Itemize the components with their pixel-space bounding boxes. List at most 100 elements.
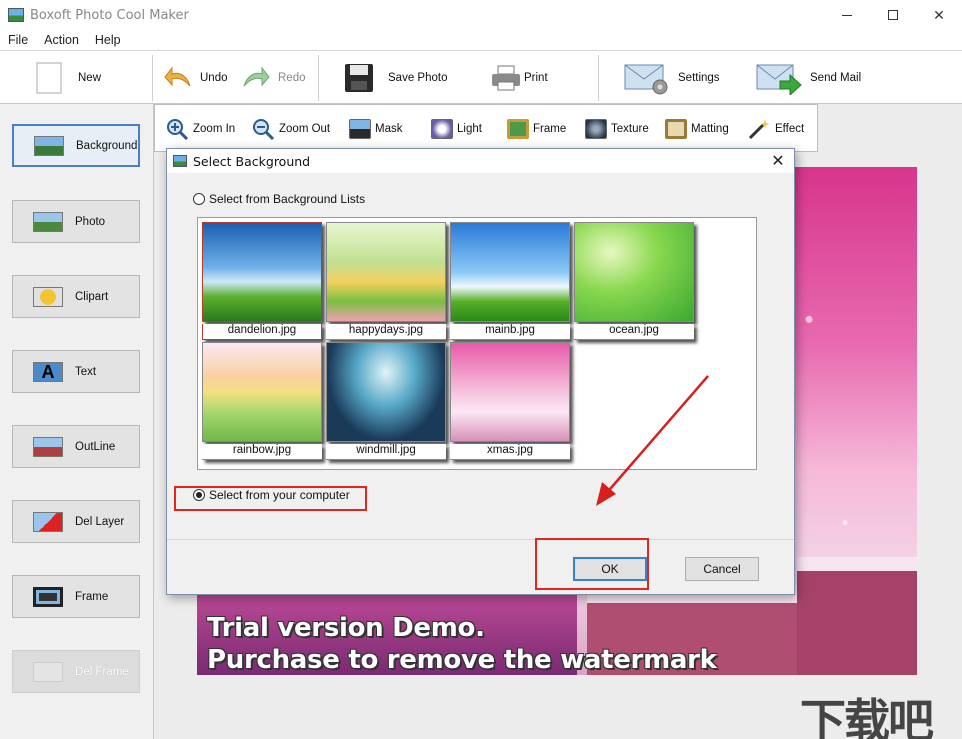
sidebar-item-text[interactable]: A Text bbox=[12, 350, 140, 393]
frame-tool-button[interactable]: Frame bbox=[507, 117, 566, 141]
toolbar-divider bbox=[598, 55, 599, 101]
option-background-lists-label: Select from Background Lists bbox=[209, 192, 366, 206]
undo-button[interactable]: Undo bbox=[164, 59, 228, 97]
dialog-title: Select Background bbox=[193, 153, 311, 169]
zoom-in-icon bbox=[167, 119, 189, 140]
thumbnail-caption: dandelion.jpg bbox=[202, 324, 322, 340]
texture-icon bbox=[585, 119, 607, 139]
magic-wand-icon bbox=[748, 119, 770, 140]
sidebar-item-frame[interactable]: Frame bbox=[12, 575, 140, 618]
texture-button[interactable]: Texture bbox=[585, 117, 649, 141]
highlight-box bbox=[535, 538, 649, 590]
redo-label: Redo bbox=[278, 72, 306, 84]
thumbnail-caption: ocean.jpg bbox=[574, 324, 694, 340]
outline-icon bbox=[33, 436, 63, 457]
window-title: Boxoft Photo Cool Maker bbox=[30, 7, 189, 23]
toolbar-divider bbox=[152, 55, 153, 101]
thumbnail-image bbox=[202, 342, 322, 442]
sidebar-item-del-frame[interactable]: Del Frame bbox=[12, 650, 140, 693]
send-mail-button[interactable]: Send Mail bbox=[756, 59, 861, 97]
toolbar-divider bbox=[318, 55, 319, 101]
dialog-divider bbox=[167, 539, 794, 540]
dialog-title-bar: Select Background bbox=[167, 149, 794, 173]
app-icon bbox=[8, 8, 24, 22]
thumbnail-windmill[interactable]: windmill.jpg bbox=[326, 342, 446, 460]
settings-button[interactable]: Settings bbox=[624, 59, 720, 97]
thumbnail-caption: mainb.jpg bbox=[450, 324, 570, 340]
menu-file[interactable]: File bbox=[0, 33, 36, 47]
effect-button[interactable]: Effect bbox=[747, 117, 804, 141]
sidebar-item-del-layer[interactable]: Del Layer bbox=[12, 500, 140, 543]
edit-toolstrip: Zoom In Zoom Out Mask Light Frame Textur… bbox=[154, 104, 818, 152]
thumbnail-image bbox=[326, 222, 446, 322]
floppy-disk-icon bbox=[345, 64, 373, 92]
delete-frame-icon bbox=[33, 661, 63, 682]
option-background-lists[interactable]: Select from Background Lists bbox=[193, 192, 365, 206]
thumbnail-caption: windmill.jpg bbox=[326, 444, 446, 460]
photo-icon bbox=[33, 211, 63, 232]
sidebar-item-photo[interactable]: Photo bbox=[12, 200, 140, 243]
radio-background-lists[interactable] bbox=[193, 193, 205, 205]
matting-button[interactable]: Matting bbox=[665, 117, 729, 141]
mask-button[interactable]: Mask bbox=[349, 117, 402, 141]
zoom-out-label: Zoom Out bbox=[279, 123, 331, 135]
thumbnail-image bbox=[450, 342, 570, 442]
light-button[interactable]: Light bbox=[431, 117, 482, 141]
frame-icon bbox=[33, 586, 63, 607]
dialog-close-button[interactable]: ✕ bbox=[768, 151, 788, 171]
thumbnail-caption: happydays.jpg bbox=[326, 324, 446, 340]
sidebar-item-clipart[interactable]: Clipart bbox=[12, 275, 140, 318]
frame-tool-label: Frame bbox=[533, 123, 567, 135]
settings-envelope-gear-icon bbox=[624, 64, 668, 95]
sidebar-item-label: Photo bbox=[75, 215, 106, 228]
maximize-button[interactable] bbox=[870, 0, 916, 30]
save-photo-button[interactable]: Save Photo bbox=[344, 59, 447, 97]
print-label: Print bbox=[524, 72, 548, 84]
new-document-icon bbox=[36, 62, 62, 94]
redo-icon bbox=[243, 66, 270, 87]
send-mail-label: Send Mail bbox=[810, 72, 862, 84]
redo-button[interactable]: Redo bbox=[242, 59, 306, 97]
thumbnail-mainb[interactable]: mainb.jpg bbox=[450, 222, 570, 340]
thumbnail-image bbox=[450, 222, 570, 322]
highlight-box bbox=[174, 486, 367, 511]
title-bar: Boxoft Photo Cool Maker bbox=[0, 0, 962, 30]
thumbnail-happydays[interactable]: happydays.jpg bbox=[326, 222, 446, 340]
thumbnail-ocean[interactable]: ocean.jpg bbox=[574, 222, 694, 340]
save-photo-label: Save Photo bbox=[388, 72, 448, 84]
zoom-in-button[interactable]: Zoom In bbox=[165, 117, 235, 141]
menu-bar: File Action Help bbox=[0, 30, 962, 50]
watermark-line: Purchase to remove the watermark bbox=[207, 645, 717, 675]
sidebar-item-label: Del Layer bbox=[75, 515, 125, 528]
matting-icon bbox=[665, 119, 687, 139]
cancel-button[interactable]: Cancel bbox=[685, 557, 759, 581]
new-label: New bbox=[78, 72, 102, 84]
thumbnail-image bbox=[202, 222, 322, 322]
minimize-button[interactable] bbox=[824, 0, 870, 30]
left-panel: Background Photo Clipart A Text OutLine … bbox=[0, 104, 154, 739]
thumbnail-image bbox=[574, 222, 694, 322]
watermark-line: Trial version Demo. bbox=[207, 613, 485, 643]
close-icon: ✕ bbox=[771, 153, 785, 170]
menu-help[interactable]: Help bbox=[87, 33, 129, 47]
new-button[interactable]: New bbox=[36, 59, 101, 97]
main-toolbar: New Undo Redo Save Photo Print Settings … bbox=[0, 50, 962, 104]
thumbnail-xmas[interactable]: xmas.jpg bbox=[450, 342, 570, 460]
sidebar-item-label: Frame bbox=[75, 590, 109, 603]
thumbnail-rainbow[interactable]: rainbow.jpg bbox=[202, 342, 322, 460]
menu-action[interactable]: Action bbox=[36, 33, 87, 47]
delete-layer-icon bbox=[33, 511, 63, 532]
sidebar-item-background[interactable]: Background bbox=[12, 124, 140, 167]
sidebar-item-outline[interactable]: OutLine bbox=[12, 425, 140, 468]
annotation-arrow bbox=[596, 375, 709, 506]
close-button[interactable]: ✕ bbox=[916, 0, 962, 30]
light-icon bbox=[431, 119, 453, 139]
maximize-icon bbox=[888, 10, 898, 20]
house-decoration bbox=[797, 557, 917, 675]
print-button[interactable]: Print bbox=[490, 59, 548, 97]
send-mail-icon bbox=[756, 64, 802, 95]
mask-label: Mask bbox=[375, 123, 403, 135]
zoom-out-button[interactable]: Zoom Out bbox=[251, 117, 330, 141]
thumbnail-dandelion[interactable]: dandelion.jpg bbox=[202, 222, 322, 340]
matting-label: Matting bbox=[691, 123, 729, 135]
